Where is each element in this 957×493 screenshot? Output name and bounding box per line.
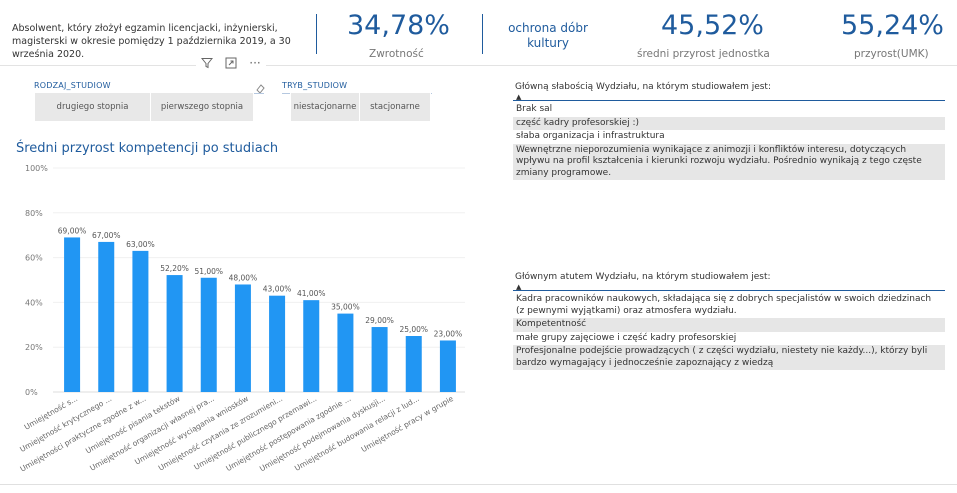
bar [98, 241, 115, 392]
kpi-unit-value: 45,52% [661, 10, 764, 41]
y-tick-label: 60% [25, 254, 43, 263]
kpi-unit-label: średni przyrost jednostka [637, 48, 770, 60]
bar [371, 327, 388, 392]
bar [132, 250, 149, 392]
bar [337, 313, 354, 392]
kpi-umk-label: przyrost(UMK) [854, 48, 929, 60]
table-row: Kompetentność [513, 318, 945, 332]
kpi-return-value: 34,78% [347, 10, 450, 41]
y-tick-label: 0% [25, 388, 38, 397]
data-label: 25,00% [399, 325, 428, 334]
table-rule [513, 100, 945, 101]
weakness-table: Główną słabością Wydziału, na którym stu… [513, 80, 945, 180]
y-tick-label: 40% [25, 298, 43, 307]
y-tick-label: 20% [25, 343, 43, 352]
bar [200, 277, 217, 392]
data-label: 63,00% [126, 240, 155, 249]
table-rule [513, 290, 945, 291]
table-row: Brak sal [516, 104, 553, 114]
bar [303, 300, 320, 392]
strength-header[interactable]: Głównym atutem Wydziału, na którym studi… [513, 270, 945, 284]
focus-mode-icon[interactable] [224, 56, 238, 70]
divider [482, 14, 483, 54]
competence-bar-chart: 0%20%40%60%80%100%69,00%Umiejętność s...… [18, 164, 465, 474]
slicer-option-stacjonarne[interactable]: stacjonarne [359, 92, 431, 122]
table-row: małe grupy zajęciowe i część kadry profe… [516, 332, 737, 343]
clear-selection-icon[interactable] [255, 83, 266, 97]
kpi-header-bar: Absolwent, który złożył egzamin licencja… [0, 0, 957, 66]
bar [166, 275, 183, 392]
slicer-option-drugiego[interactable]: drugiego stopnia [34, 92, 151, 122]
kpi-umk-value: 55,24% [841, 10, 944, 41]
data-label: 51,00% [194, 267, 223, 276]
table-row: część kadry profesorskiej :) [513, 116, 945, 130]
data-label: 35,00% [331, 303, 360, 312]
slicer-title-tryb: TRYB_STUDIOW [282, 81, 348, 90]
bar [405, 336, 422, 392]
kpi-return-label: Zwrotność [369, 48, 424, 60]
table-row: słaba organizacja i infrastruktura [516, 131, 665, 141]
data-label: 52,20% [160, 264, 189, 273]
bar [269, 295, 286, 392]
respondent-description: Absolwent, który złożył egzamin licencja… [12, 23, 291, 60]
table-row: Kadra pracowników naukowych, składająca … [516, 294, 932, 316]
visual-header-toolbar: ··· [196, 56, 266, 70]
weakness-header[interactable]: Główną słabością Wydziału, na którym stu… [513, 80, 945, 94]
discipline-name: ochrona dóbr kultury [508, 21, 588, 50]
chart-title: Średni przyrost kompetencji po studiach [16, 141, 279, 156]
slicer-title-rodzaj: RODZAJ_STUDIOW [34, 81, 111, 90]
divider [316, 14, 317, 54]
more-options-icon[interactable]: ··· [248, 56, 262, 70]
filter-icon[interactable] [200, 56, 214, 70]
data-label: 69,00% [58, 226, 87, 235]
slicer-option-pierwszego[interactable]: pierwszego stopnia [150, 92, 254, 122]
page-bottom-rule [0, 484, 957, 485]
bar [439, 340, 456, 392]
bar [64, 237, 81, 392]
data-label: 29,00% [365, 316, 394, 325]
data-label: 48,00% [229, 273, 258, 282]
table-row: Profesjonalne podejście prowadzących ( z… [513, 345, 945, 370]
data-label: 67,00% [92, 231, 121, 240]
data-label: 23,00% [434, 329, 463, 338]
table-row: Wewnętrzne nieporozumienia wynikające z … [513, 143, 945, 180]
y-tick-label: 80% [25, 209, 43, 218]
data-label: 41,00% [297, 289, 326, 298]
data-label: 43,00% [263, 285, 292, 294]
slicer-option-niestacjonarne[interactable]: niestacjonarne [290, 92, 360, 122]
bar [234, 284, 251, 392]
y-tick-label: 100% [25, 164, 48, 173]
strength-table: Głównym atutem Wydziału, na którym studi… [513, 270, 945, 370]
